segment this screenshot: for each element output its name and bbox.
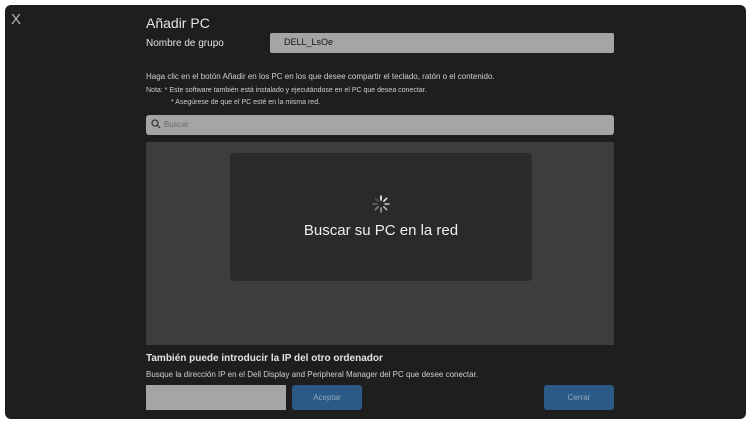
results-area: Buscar su PC en la red — [146, 142, 614, 345]
note-line-2: * Asegúrese de que el PC esté en la mism… — [171, 99, 321, 106]
accept-button[interactable]: Aceptar — [292, 385, 362, 410]
close-button[interactable]: Cerrar — [544, 385, 614, 410]
close-icon[interactable]: X — [11, 11, 21, 28]
note-line-1: Nota: * Este software también está insta… — [146, 87, 427, 94]
loading-card: Buscar su PC en la red — [230, 153, 532, 281]
spinner-icon — [372, 195, 390, 213]
ip-address-input[interactable] — [146, 385, 286, 410]
instructions-text: Haga clic en el botón Añadir en los PC e… — [146, 72, 495, 81]
add-pc-dialog: X Añadir PC Nombre de grupo DELL_LsOe Ha… — [5, 5, 746, 419]
manual-ip-heading: También puede introducir la IP del otro … — [146, 353, 383, 364]
search-placeholder: Buscar — [164, 120, 189, 129]
group-name-label: Nombre de grupo — [146, 38, 224, 49]
dialog-title: Añadir PC — [146, 15, 210, 31]
loading-text: Buscar su PC en la red — [303, 222, 459, 239]
group-name-field[interactable]: DELL_LsOe — [270, 33, 614, 53]
search-icon — [151, 119, 161, 129]
search-input[interactable]: Buscar — [146, 115, 614, 135]
manual-ip-description: Busque la dirección IP en el Dell Displa… — [146, 370, 479, 379]
